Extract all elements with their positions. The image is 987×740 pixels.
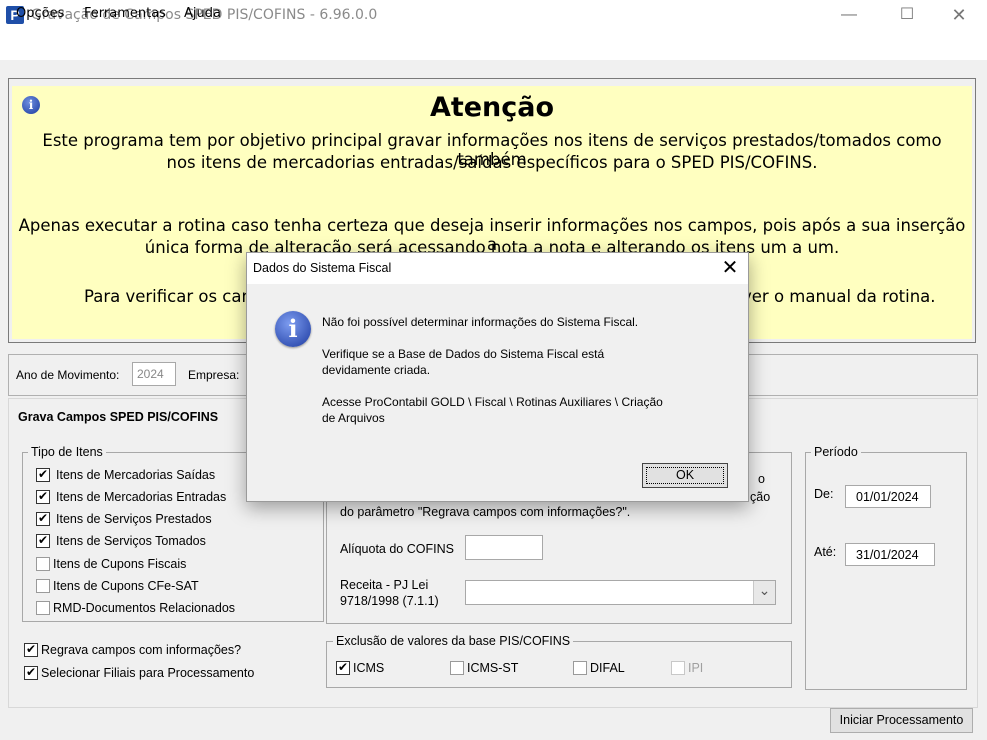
menu-ferramentas[interactable]: Ferramentas — [84, 6, 166, 21]
dialog-message-2a: Verifique se a Base de Dados do Sistema … — [322, 347, 605, 361]
checkbox-servicos-tomados[interactable] — [36, 533, 50, 548]
checkbox-label: Itens de Cupons CFe-SAT — [53, 579, 199, 593]
partial-text: ção — [750, 490, 771, 504]
checkbox-mercadorias-saidas[interactable] — [36, 467, 50, 482]
checkbox-label: ICMS — [353, 661, 385, 675]
checkbox-label: IPI — [688, 661, 704, 675]
iniciar-processamento-button[interactable]: Iniciar Processamento — [830, 708, 973, 733]
message-dialog: Dados do Sistema Fiscal ✕ i Não foi poss… — [246, 252, 749, 502]
empresa-label: Empresa: — [188, 368, 240, 382]
checkbox-label: RMD-Documentos Relacionados — [53, 601, 236, 615]
param-description: do parâmetro "Regrava campos com informa… — [340, 505, 631, 519]
minimize-button[interactable]: — — [826, 0, 872, 30]
menu-ajuda[interactable]: Ajuda — [184, 6, 221, 21]
ano-label: Ano de Movimento: — [16, 368, 120, 382]
receita-label: 9718/1998 (7.1.1) — [340, 594, 439, 608]
menu-bar — [0, 32, 987, 60]
exclusao-group — [326, 641, 792, 688]
checkbox-label: Selecionar Filiais para Processamento — [41, 666, 255, 680]
ate-label: Até: — [814, 545, 837, 559]
receita-value — [466, 581, 746, 604]
close-window-button[interactable]: ✕ — [936, 0, 982, 30]
checkbox-icms[interactable] — [336, 660, 350, 675]
dialog-message-1: Não foi possível determinar informações … — [322, 315, 639, 329]
checkbox-label: Regrava campos com informações? — [41, 643, 242, 657]
checkbox-regrava-campos[interactable] — [24, 642, 38, 657]
grava-title: Grava Campos SPED PIS/COFINS — [18, 410, 219, 424]
checkbox-label: Itens de Serviços Tomados — [56, 534, 206, 548]
focus-ring — [646, 467, 724, 484]
checkbox-rmd-documentos[interactable] — [36, 601, 50, 615]
attention-title: Atenção — [429, 92, 555, 123]
checkbox-label: Itens de Serviços Prestados — [56, 512, 212, 526]
data-fim-input[interactable]: 31/01/2024 — [845, 543, 935, 566]
tipo-itens-legend: Tipo de Itens — [28, 445, 106, 459]
checkbox-label: ICMS-ST — [467, 661, 519, 675]
exclusao-legend: Exclusão de valores da base PIS/COFINS — [333, 634, 574, 648]
ok-button[interactable]: OK — [642, 463, 728, 488]
checkbox-cupons-cfe-sat[interactable] — [36, 579, 50, 593]
attention-line-5-right: ver o manual da rotina. — [742, 287, 936, 306]
de-label: De: — [814, 487, 834, 501]
maximize-button[interactable]: ☐ — [884, 0, 930, 30]
periodo-legend: Período — [811, 445, 861, 459]
dialog-message-3a: Acesse ProContabil GOLD \ Fiscal \ Rotin… — [322, 395, 663, 409]
checkbox-selecionar-filiais[interactable] — [24, 665, 38, 680]
checkbox-label: Itens de Mercadorias Entradas — [56, 490, 227, 504]
checkbox-cupons-fiscais[interactable] — [36, 557, 50, 571]
attention-line-2: nos itens de mercadorias entradas/saídas… — [166, 153, 818, 172]
dialog-message-2b: devidamente criada. — [322, 363, 431, 377]
aliquota-input[interactable] — [465, 535, 543, 560]
partial-text: o — [758, 472, 765, 486]
receita-select[interactable]: ⌄ — [465, 580, 776, 605]
dialog-close-button[interactable]: ✕ — [715, 255, 745, 281]
data-inicio-input[interactable]: 01/01/2024 — [845, 485, 931, 508]
checkbox-servicos-prestados[interactable] — [36, 511, 50, 526]
menu-opcoes[interactable]: Opções — [16, 6, 64, 21]
chevron-down-icon[interactable]: ⌄ — [753, 581, 775, 604]
dialog-message-3b: de Arquivos — [322, 411, 385, 425]
checkbox-icms-st[interactable] — [450, 661, 464, 675]
checkbox-difal[interactable] — [573, 661, 587, 675]
checkbox-mercadorias-entradas[interactable] — [36, 489, 50, 504]
info-icon: i — [275, 311, 311, 347]
checkbox-label: Itens de Cupons Fiscais — [53, 557, 187, 571]
checkbox-label: DIFAL — [590, 661, 625, 675]
ano-input[interactable]: 2024 — [132, 362, 176, 386]
receita-label: Receita - PJ Lei — [340, 578, 429, 592]
dialog-title: Dados do Sistema Fiscal — [253, 261, 392, 275]
checkbox-label: Itens de Mercadorias Saídas — [56, 468, 216, 482]
checkbox-ipi — [671, 661, 685, 675]
aliquota-label: Alíquota do COFINS — [340, 542, 454, 556]
